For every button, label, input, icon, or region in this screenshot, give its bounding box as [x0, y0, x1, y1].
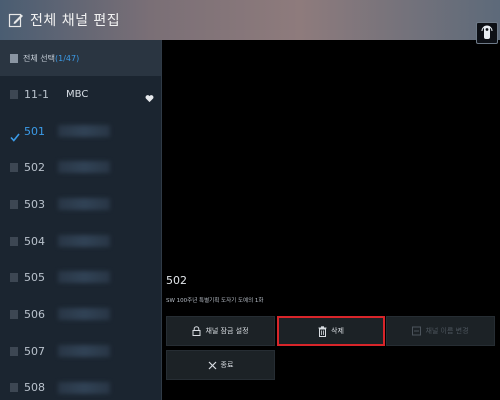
- channel-lock-button[interactable]: 채널 잠금 설정: [166, 316, 275, 346]
- channel-row[interactable]: 501: [0, 113, 162, 150]
- blurred-channel-name: [58, 271, 110, 284]
- rename-channel-label: 채널 이름 변경: [425, 327, 469, 335]
- blurred-channel-name: [58, 381, 110, 394]
- channel-row[interactable]: 506: [0, 296, 162, 333]
- channel-checkbox[interactable]: [10, 309, 18, 319]
- edit-icon: [8, 13, 23, 28]
- blurred-channel-name: [58, 161, 110, 174]
- selected-channel-title: 502: [166, 274, 187, 287]
- select-all-label: 전체 선택: [23, 53, 55, 63]
- page-title: 전체 채널 편집: [30, 13, 121, 29]
- channel-number: 506: [24, 307, 45, 321]
- close-icon: [208, 361, 217, 370]
- channel-checkbox[interactable]: [10, 89, 18, 99]
- channel-number: 505: [24, 271, 45, 285]
- rename-channel-button[interactable]: 채널 이름 변경: [386, 316, 495, 346]
- channel-checkbox[interactable]: [10, 346, 18, 356]
- delete-button[interactable]: 삭제: [277, 316, 385, 346]
- blurred-channel-name: [58, 344, 110, 357]
- sidebar-divider: [161, 40, 162, 400]
- blurred-channel-name: [58, 198, 110, 211]
- trash-icon: [318, 325, 327, 337]
- channel-number: 502: [24, 161, 45, 175]
- channel-checkbox[interactable]: [10, 236, 18, 246]
- channel-row[interactable]: 505: [0, 259, 162, 296]
- channel-row[interactable]: 503: [0, 186, 162, 223]
- channel-checkbox[interactable]: [10, 199, 18, 209]
- channel-list-sidebar: 전체 선택 (1/47) 11-1 MBC 501 502 503 504 505 506 50…: [0, 40, 162, 400]
- channel-row[interactable]: 504: [0, 223, 162, 260]
- remote-control-icon[interactable]: [476, 22, 498, 44]
- blurred-channel-name: [58, 124, 110, 137]
- channel-number: 503: [24, 197, 45, 211]
- channel-number: 501: [24, 124, 45, 138]
- header-bar: 전체 채널 편집: [0, 0, 500, 44]
- channel-edit-screen: 전체 채널 편집 전체 선택 (1/47) 11-1 MBC 501 502 503 50…: [0, 0, 500, 400]
- channel-number: 504: [24, 234, 45, 248]
- channel-row[interactable]: 507: [0, 333, 162, 370]
- selection-count: (1/47): [54, 53, 80, 63]
- channel-checkbox[interactable]: [10, 163, 18, 173]
- close-label: 종료: [220, 361, 234, 369]
- checkbox-checked-icon[interactable]: [10, 127, 20, 142]
- delete-label: 삭제: [331, 327, 344, 335]
- channel-checkbox[interactable]: [10, 273, 18, 283]
- close-button[interactable]: 종료: [166, 350, 275, 380]
- blurred-channel-name: [58, 234, 110, 247]
- channel-row[interactable]: 508: [0, 370, 162, 400]
- channel-checkbox[interactable]: [10, 383, 18, 393]
- channel-lock-label: 채널 잠금 설정: [205, 327, 249, 335]
- select-all-row[interactable]: 전체 선택 (1/47): [0, 40, 162, 76]
- select-all-checkbox[interactable]: [10, 53, 18, 63]
- channel-number: 507: [24, 344, 45, 358]
- channel-list: 11-1 MBC 501 502 503 504 505 506 507 508: [0, 76, 162, 400]
- channel-name: MBC: [66, 88, 89, 100]
- channel-number: 508: [24, 381, 45, 395]
- channel-row[interactable]: 11-1 MBC: [0, 76, 162, 113]
- channel-number: 11-1: [24, 87, 49, 101]
- heart-icon: [145, 88, 154, 103]
- blurred-channel-name: [58, 308, 110, 321]
- rename-icon: [412, 326, 422, 336]
- lock-icon: [192, 326, 201, 336]
- program-description: SW 100주년 특별기획 도자기 도예의 1화: [166, 298, 264, 304]
- channel-row[interactable]: 502: [0, 149, 162, 186]
